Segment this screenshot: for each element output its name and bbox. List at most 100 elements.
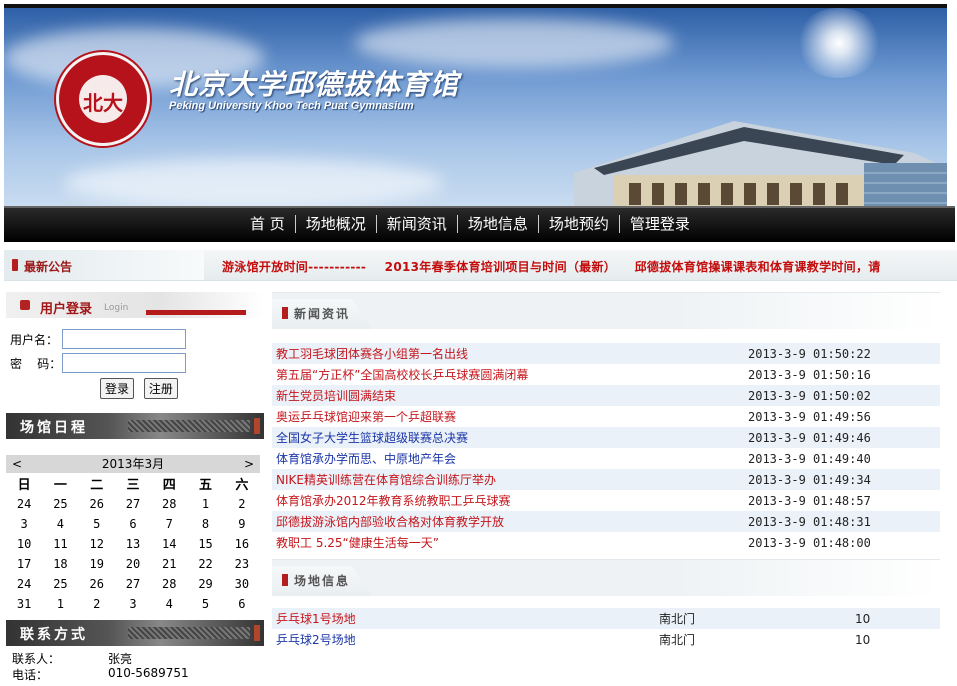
news-title-link[interactable]: 奥运乒乓球馆迎来第一个乒超联赛 (272, 408, 748, 425)
cap-decoration (254, 418, 260, 434)
weekday-header: 五 (199, 478, 213, 493)
venue-count: 10 (855, 611, 871, 626)
calendar-day[interactable]: 10 (6, 534, 42, 554)
news-title-link[interactable]: 新生党员培训圆满结束 (272, 387, 748, 404)
calendar-day[interactable]: 16 (224, 534, 260, 554)
nav-news[interactable]: 新闻资讯 (375, 215, 457, 233)
calendar-day[interactable]: 26 (79, 574, 115, 594)
nav-home[interactable]: 首 页 (240, 215, 295, 233)
venue-location: 南北门 (659, 633, 696, 647)
calendar-day[interactable]: 24 (6, 574, 42, 594)
news-title-link[interactable]: 教工羽毛球团体赛各小组第一名出线 (272, 345, 748, 362)
calendar-day[interactable]: 25 (42, 494, 78, 514)
nav-venue-overview[interactable]: 场地概况 (294, 215, 376, 233)
calendar-day[interactable]: 31 (6, 594, 42, 614)
contact-panel-header: 联系方式 (6, 620, 264, 646)
cloud-decoration (64, 158, 444, 206)
news-date: 2013-3-9 01:49:46 (748, 430, 871, 445)
calendar-day[interactable]: 2 (224, 494, 260, 514)
calendar-day[interactable]: 9 (224, 514, 260, 534)
news-title-link[interactable]: 全国女子大学生篮球超级联赛总决赛 (272, 429, 748, 446)
calendar-day[interactable]: 1 (187, 494, 223, 514)
username-input[interactable] (62, 329, 186, 349)
register-button[interactable]: 注册 (143, 378, 178, 399)
news-item: 全国女子大学生篮球超级联赛总决赛 2013-3-9 01:49:46 (272, 427, 940, 448)
announcement-link[interactable]: 2013年春季体育培训项目与时间（最新） (385, 260, 616, 274)
main-nav: 首 页 场地概况 新闻资讯 场地信息 场地预约 管理登录 (4, 206, 955, 242)
venue-name-link[interactable]: 乒乓球2号场地 (272, 631, 659, 648)
announcement-link[interactable]: 邱德拔体育馆操课课表和体育课教学时间，请 (635, 260, 881, 274)
calendar-day[interactable]: 27 (115, 494, 151, 514)
calendar-day[interactable]: 15 (187, 534, 223, 554)
news-date: 2013-3-9 01:50:16 (748, 367, 871, 382)
news-date: 2013-3-9 01:50:22 (748, 346, 871, 361)
schedule-title: 场馆日程 (20, 420, 88, 436)
next-month-button[interactable]: > (244, 455, 254, 473)
news-item: 邱德拔游泳馆内部验收合格对体育教学开放 2013-3-9 01:48:31 (272, 511, 940, 532)
contact-title: 联系方式 (20, 627, 88, 643)
calendar-day[interactable]: 3 (6, 514, 42, 534)
announcement-link[interactable]: 游泳馆开放时间----------- (222, 260, 366, 274)
password-label: 密 码： (10, 356, 62, 371)
news-title-link[interactable]: NIKE精英训练营在体育馆综合训练厅举办 (272, 471, 748, 488)
news-item: 体育馆承办2012年教育系统教职工乒乓球赛 2013-3-9 01:48:57 (272, 490, 940, 511)
nav-admin-login[interactable]: 管理登录 (618, 215, 700, 233)
calendar-day[interactable]: 17 (6, 554, 42, 574)
venue-count: 10 (855, 632, 871, 647)
calendar-day[interactable]: 25 (42, 574, 78, 594)
calendar-day[interactable]: 30 (224, 574, 260, 594)
calendar-day[interactable]: 14 (151, 534, 187, 554)
password-input[interactable] (62, 353, 186, 373)
calendar-day[interactable]: 18 (42, 554, 78, 574)
calendar-day[interactable]: 26 (79, 494, 115, 514)
calendar-day[interactable]: 22 (187, 554, 223, 574)
prev-month-button[interactable]: < (12, 455, 22, 473)
venue-item: 乒乓球1号场地 南北门 10 (272, 608, 940, 629)
news-title-link[interactable]: 体育馆承办2012年教育系统教职工乒乓球赛 (272, 492, 748, 509)
contact-row: 电话： 010-5689751 (12, 666, 189, 682)
calendar: < 2013年3月 > 日一二三四五六 24 25 26 27 28 1 2 3 4 5 6 7 8 9 1… (6, 455, 260, 614)
calendar-day[interactable]: 13 (115, 534, 151, 554)
calendar-day[interactable]: 28 (151, 574, 187, 594)
news-title-link[interactable]: 教职工 5.25“健康生活每一天” (272, 534, 748, 551)
news-title-link[interactable]: 邱德拔游泳馆内部验收合格对体育教学开放 (272, 513, 748, 530)
calendar-day[interactable]: 21 (151, 554, 187, 574)
calendar-day[interactable]: 1 (42, 594, 78, 614)
calendar-day[interactable]: 20 (115, 554, 151, 574)
calendar-day[interactable]: 3 (115, 594, 151, 614)
calendar-day[interactable]: 6 (224, 594, 260, 614)
nav-venue-booking[interactable]: 场地预约 (537, 215, 619, 233)
calendar-day[interactable]: 28 (151, 494, 187, 514)
calendar-day[interactable]: 24 (6, 494, 42, 514)
nav-venue-info[interactable]: 场地信息 (456, 215, 538, 233)
venue-item: 乒乓球2号场地 南北门 10 (272, 629, 940, 650)
university-seal-logo: 北大 (56, 52, 150, 146)
venue-section-header: 场地信息 (272, 559, 940, 596)
news-title-link[interactable]: 体育馆承办学而思、中原地产年会 (272, 450, 748, 467)
main-content: 新闻资讯 教工羽毛球团体赛各小组第一名出线 2013-3-9 01:50:22 第五… (272, 292, 940, 650)
calendar-day[interactable]: 29 (187, 574, 223, 594)
calendar-day[interactable]: 2 (79, 594, 115, 614)
calendar-day[interactable]: 11 (42, 534, 78, 554)
login-title: 用户登录 (40, 302, 93, 317)
calendar-day[interactable]: 19 (79, 554, 115, 574)
calendar-day[interactable]: 4 (151, 594, 187, 614)
weekday-header: 六 (235, 478, 249, 493)
calendar-day[interactable]: 7 (151, 514, 187, 534)
news-title-link[interactable]: 第五届“方正杯”全国高校校长乒乓球赛圆满闭幕 (272, 366, 748, 383)
header-bar-decoration (146, 310, 246, 315)
venue-name-link[interactable]: 乒乓球1号场地 (272, 610, 659, 627)
left-sidebar: 用户登录 Login 用户名： 密 码： 登录 注册 场馆日程 < 2013年3… (6, 292, 264, 686)
venue-list: 乒乓球1号场地 南北门 10 乒乓球2号场地 南北门 10 (272, 608, 940, 650)
login-button[interactable]: 登录 (100, 378, 135, 399)
calendar-day[interactable]: 5 (79, 514, 115, 534)
calendar-day[interactable]: 12 (79, 534, 115, 554)
calendar-day[interactable]: 5 (187, 594, 223, 614)
calendar-day[interactable]: 4 (42, 514, 78, 534)
calendar-day[interactable]: 23 (224, 554, 260, 574)
calendar-day[interactable]: 8 (187, 514, 223, 534)
calendar-day[interactable]: 6 (115, 514, 151, 534)
calendar-day[interactable]: 27 (115, 574, 151, 594)
stripe-decoration (128, 627, 250, 639)
cloud-decoration (354, 18, 674, 68)
